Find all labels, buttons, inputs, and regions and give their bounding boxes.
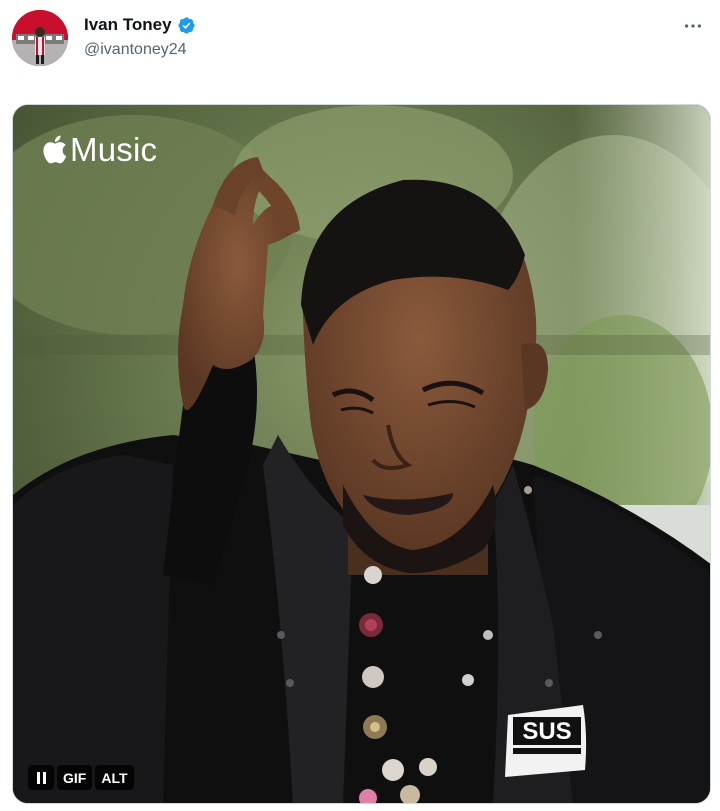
svg-text:SUS: SUS <box>522 718 571 745</box>
avatar[interactable] <box>12 10 68 66</box>
pause-icon <box>36 771 46 784</box>
alt-text-button[interactable]: ALT <box>95 765 134 790</box>
avatar-image <box>12 10 68 66</box>
tweet-header: Ivan Toney @ivantoney24 <box>0 0 720 80</box>
apple-logo-icon <box>41 134 67 165</box>
gif-frame-image: SUS <box>13 105 710 803</box>
author-handle[interactable]: @ivantoney24 <box>84 41 187 59</box>
pause-button[interactable] <box>28 765 54 790</box>
gif-badge[interactable]: GIF <box>57 765 93 790</box>
apple-music-watermark: Music <box>41 133 157 166</box>
author-name-row: Ivan Toney <box>84 15 196 35</box>
music-brand-text: Music <box>70 131 158 168</box>
more-horizontal-icon <box>684 24 702 28</box>
author-display-name[interactable]: Ivan Toney <box>84 15 172 35</box>
gif-controls: GIF ALT <box>28 765 134 790</box>
verified-badge-icon <box>177 16 196 35</box>
tweet-media-gif[interactable]: SUS Music GIF ALT <box>12 104 711 804</box>
more-options-button[interactable] <box>676 12 710 40</box>
